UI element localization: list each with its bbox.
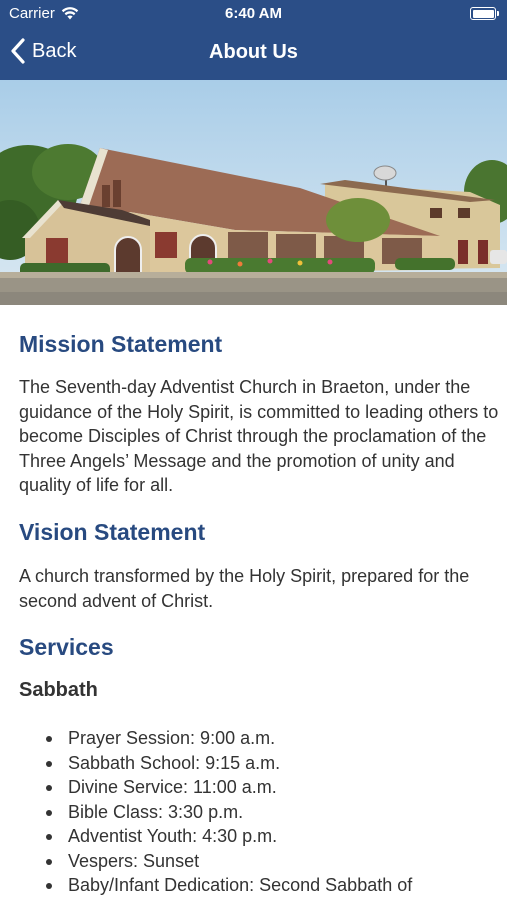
service-text: Sabbath School: 9:15 a.m. — [68, 752, 281, 773]
service-text: Vespers: Sunset — [68, 850, 200, 871]
bullet-icon — [46, 883, 52, 889]
status-time: 6:40 AM — [225, 5, 282, 22]
list-item: Prayer Session: 9:00 a.m. — [19, 726, 412, 751]
list-item: Sabbath School: 9:15 a.m. — [19, 751, 412, 776]
navigation-bar: Back About Us — [0, 28, 507, 78]
vision-heading: Vision Statement — [19, 519, 206, 545]
list-item: Adventist Youth: 4:30 p.m. — [19, 824, 412, 849]
service-text: Bible Class: 3:30 p.m. — [68, 801, 244, 822]
list-item: Divine Service: 11:00 a.m. — [19, 775, 412, 800]
bullet-icon — [46, 809, 52, 816]
service-text: Baby/Infant Dedication: Second Sabbath o… — [68, 875, 413, 895]
app-header: Carrier 6:40 AM Back About Us — [0, 0, 507, 80]
service-text: Adventist Youth: 4:30 p.m. — [68, 826, 278, 846]
services-heading: Services — [19, 634, 114, 660]
list-item: Baby/Infant Dedication: Second Sabbath o… — [19, 873, 412, 898]
bullet-icon — [46, 858, 52, 865]
battery-icon — [470, 7, 499, 20]
bullet-icon — [46, 760, 52, 767]
bullet-icon — [46, 736, 52, 742]
page-title: About Us — [209, 41, 298, 63]
mission-heading: Mission Statement — [19, 331, 223, 357]
service-text: Prayer Session: 9:00 a.m. — [68, 728, 276, 748]
status-bar: Carrier 6:40 AM — [0, 0, 507, 28]
church-photo — [0, 80, 507, 305]
sabbath-subheading: Sabbath — [19, 679, 98, 701]
vision-text: A church transformed by the Holy Spirit,… — [19, 566, 470, 611]
service-text: Divine Service: 11:00 a.m. — [68, 777, 277, 797]
bullet-icon — [46, 834, 52, 840]
mission-text: The Seventh-day Adventist Church in Brae… — [19, 377, 499, 495]
sabbath-services-list: Prayer Session: 9:00 a.m. Sabbath School… — [19, 726, 412, 898]
list-item: Vespers: Sunset — [19, 849, 412, 874]
list-item: Bible Class: 3:30 p.m. — [19, 800, 412, 825]
bullet-icon — [46, 785, 52, 791]
